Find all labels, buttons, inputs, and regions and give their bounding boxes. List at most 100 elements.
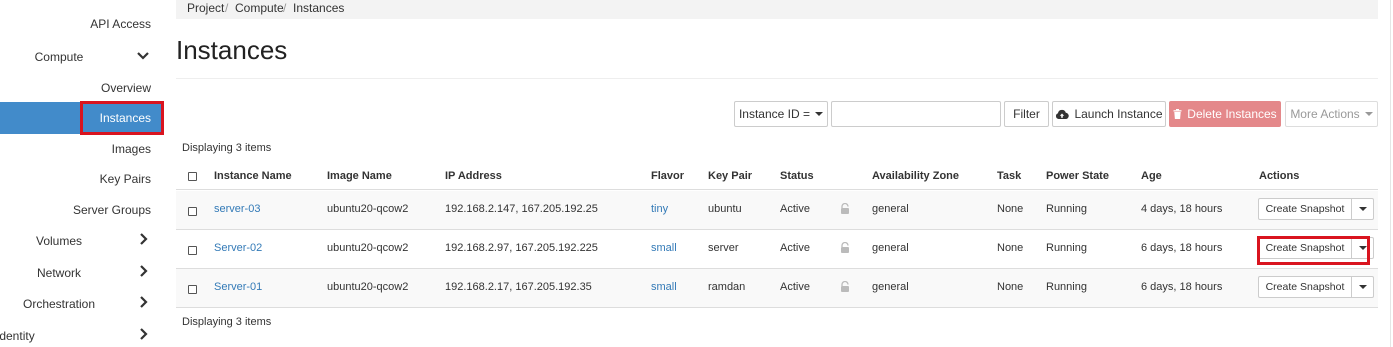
task: None (997, 203, 1024, 215)
breadcrumb-instances: Instances (293, 1, 345, 15)
divider (176, 78, 1378, 79)
availability-zone: general (872, 203, 909, 215)
chevron-right-icon (140, 328, 148, 340)
sidebar-item-label: Orchestration (22, 297, 96, 311)
filter-field-select[interactable]: Instance ID = (734, 101, 828, 127)
delete-instances-button[interactable]: Delete Instances (1169, 101, 1281, 127)
sidebar-item-orchestration[interactable]: Orchestration (0, 294, 162, 314)
instance-name-link[interactable]: Server-02 (214, 242, 262, 254)
header-image-name[interactable]: Image Name (327, 170, 392, 182)
sidebar: API Access Compute Overview Instances Im… (0, 0, 162, 347)
image-name: ubuntu20-qcow2 (327, 281, 409, 293)
header-actions: Actions (1259, 170, 1300, 182)
power-state: Running (1046, 203, 1087, 215)
row-actions-dropdown[interactable] (1352, 276, 1374, 298)
table-row: server-03 ubuntu20-qcow2 192.168.2.147, … (176, 191, 1378, 230)
row-checkbox[interactable] (188, 207, 197, 216)
sidebar-item-label: Network (36, 266, 81, 280)
search-input[interactable] (831, 101, 1001, 127)
sidebar-item-label: Volumes (35, 234, 83, 248)
more-actions-button[interactable]: More Actions (1285, 101, 1378, 127)
header-instance-name[interactable]: Instance Name (214, 170, 292, 182)
filter-field-label: Instance ID = (738, 107, 811, 121)
table-row: Server-01 ubuntu20-qcow2 192.168.2.17, 1… (176, 269, 1378, 308)
breadcrumb-project[interactable]: Project (187, 1, 224, 15)
sidebar-item-label: Identity (0, 329, 35, 343)
ip-address: 192.168.2.97, 167.205.192.225 (445, 242, 598, 254)
launch-instance-label: Launch Instance (1074, 107, 1163, 121)
header-task[interactable]: Task (997, 170, 1021, 182)
display-count-top: Displaying 3 items (182, 142, 272, 154)
table-row: Server-02 ubuntu20-qcow2 192.168.2.97, 1… (176, 230, 1378, 269)
age: 4 days, 18 hours (1141, 203, 1223, 215)
task: None (997, 242, 1024, 254)
flavor-link[interactable]: small (651, 281, 677, 293)
row-actions-dropdown[interactable] (1352, 198, 1374, 220)
caret-down-icon (815, 112, 824, 116)
annotation-highlight-box (80, 101, 164, 135)
header-flavor[interactable]: Flavor (651, 170, 684, 182)
sidebar-item-volumes[interactable]: Volumes (0, 231, 162, 251)
sidebar-item-identity[interactable]: Identity (0, 326, 162, 346)
create-snapshot-button[interactable]: Create Snapshot (1258, 276, 1352, 298)
row-checkbox[interactable] (188, 285, 197, 294)
header-status[interactable]: Status (780, 170, 814, 182)
lock-icon (841, 281, 849, 292)
sidebar-item-server-groups[interactable]: Server Groups (73, 203, 151, 217)
sidebar-item-compute[interactable]: Compute (0, 47, 162, 67)
image-name: ubuntu20-qcow2 (327, 203, 409, 215)
power-state: Running (1046, 242, 1087, 254)
age: 6 days, 18 hours (1141, 281, 1223, 293)
trash-icon (1173, 109, 1182, 119)
sidebar-item-network[interactable]: Network (0, 263, 162, 283)
divider (1390, 0, 1391, 347)
more-actions-label: More Actions (1290, 107, 1360, 121)
header-ip-address[interactable]: IP Address (445, 170, 502, 182)
header-age[interactable]: Age (1141, 170, 1162, 182)
key-pair: ramdan (708, 281, 746, 293)
instance-name-link[interactable]: server-03 (214, 203, 260, 215)
chevron-down-icon (137, 52, 149, 60)
sidebar-item-images[interactable]: Images (112, 142, 151, 156)
status: Active (780, 281, 810, 293)
flavor-link[interactable]: small (651, 242, 677, 254)
key-pair: server (708, 242, 739, 254)
lock-icon (841, 203, 849, 214)
filter-button[interactable]: Filter (1004, 101, 1049, 127)
row-checkbox[interactable] (188, 246, 197, 255)
caret-down-icon (1364, 112, 1373, 116)
breadcrumb-separator: / (283, 1, 287, 15)
flavor-link[interactable]: tiny (651, 203, 668, 215)
cloud-upload-icon (1056, 109, 1070, 119)
header-availability-zone[interactable]: Availability Zone (872, 170, 959, 182)
create-snapshot-button[interactable]: Create Snapshot (1258, 198, 1352, 220)
status: Active (780, 203, 810, 215)
annotation-highlight-box (1257, 236, 1370, 265)
image-name: ubuntu20-qcow2 (327, 242, 409, 254)
breadcrumb-separator: / (225, 1, 229, 15)
breadcrumb: Project / Compute / Instances (176, 0, 1378, 19)
sidebar-item-api-access[interactable]: API Access (90, 17, 151, 31)
ip-address: 192.168.2.147, 167.205.192.25 (445, 203, 598, 215)
chevron-right-icon (140, 265, 148, 277)
filter-button-label: Filter (1013, 107, 1040, 121)
display-count-bottom: Displaying 3 items (182, 316, 272, 328)
instance-name-link[interactable]: Server-01 (214, 281, 262, 293)
sidebar-item-key-pairs[interactable]: Key Pairs (100, 172, 151, 186)
header-power-state[interactable]: Power State (1046, 170, 1109, 182)
table-header: Instance Name Image Name IP Address Flav… (176, 165, 1378, 190)
page-title: Instances (176, 35, 288, 65)
select-all-checkbox[interactable] (188, 172, 197, 181)
sidebar-item-label: Compute (34, 50, 84, 64)
launch-instance-button[interactable]: Launch Instance (1052, 101, 1166, 127)
caret-down-icon (1358, 285, 1367, 289)
key-pair: ubuntu (708, 203, 742, 215)
lock-icon (841, 242, 849, 253)
chevron-right-icon (140, 233, 148, 245)
power-state: Running (1046, 281, 1087, 293)
chevron-right-icon (140, 296, 148, 308)
breadcrumb-compute[interactable]: Compute (235, 1, 284, 15)
caret-down-icon (1358, 207, 1367, 211)
header-key-pair[interactable]: Key Pair (708, 170, 752, 182)
sidebar-item-overview[interactable]: Overview (101, 81, 151, 95)
